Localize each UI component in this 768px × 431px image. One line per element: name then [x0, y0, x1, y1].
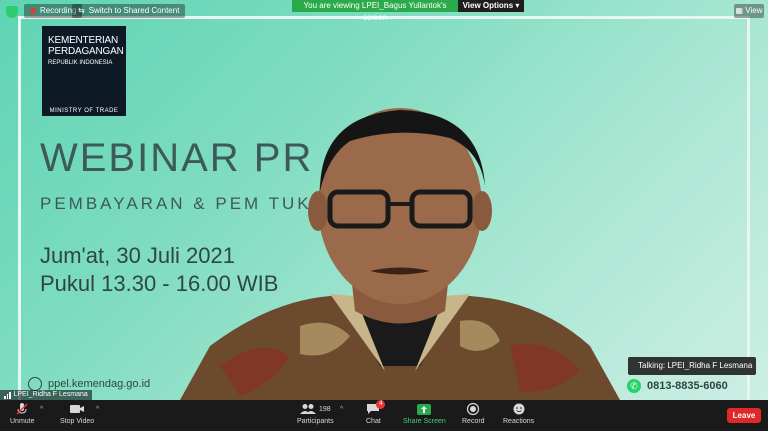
view-grid-icon: ▦	[735, 6, 744, 15]
chat-badge: 4	[376, 400, 386, 409]
globe-icon	[28, 377, 42, 391]
chat-button[interactable]: 4 Chat	[366, 400, 386, 425]
security-shield-icon[interactable]	[6, 6, 18, 18]
recording-label: Recording	[40, 6, 77, 15]
logo-line-1: KEMENTERIAN	[48, 35, 119, 46]
view-options-label: View Options	[462, 1, 514, 10]
whatsapp-number: 0813-8835-6060	[647, 380, 728, 392]
logo-line-2: PERDAGANGAN	[48, 46, 124, 57]
audio-options-chevron-icon[interactable]: ^	[40, 406, 43, 413]
recording-dot-icon	[30, 8, 36, 14]
view-label: View	[745, 6, 763, 15]
reactions-label: Reactions	[503, 418, 535, 425]
shared-screen-view: KEMENTERIAN PERDAGANGAN REPUBLIK INDONES…	[0, 0, 768, 400]
chat-label: Chat	[366, 418, 381, 425]
participants-chevron-icon[interactable]: ^	[340, 406, 343, 413]
website-info: ppel.kemendag.go.id	[28, 377, 150, 391]
meeting-toolbar: Unmute ^ Stop Video ^ 198 Participants ^…	[0, 400, 768, 431]
logo-footer: MINISTRY OF TRADE	[42, 106, 126, 116]
view-button[interactable]: ▦ View	[734, 4, 764, 18]
video-camera-icon	[69, 402, 85, 416]
video-options-chevron-icon[interactable]: ^	[96, 406, 99, 413]
whatsapp-icon: ✆	[627, 379, 641, 393]
record-icon	[466, 402, 480, 416]
participant-name-tag: LPEI_Ridha F Lesmana	[0, 390, 92, 400]
signal-bars-icon	[4, 391, 11, 399]
website-text: ppel.kemendag.go.id	[48, 378, 151, 390]
ministry-logo: KEMENTERIAN PERDAGANGAN REPUBLIK INDONES…	[42, 26, 126, 114]
stop-video-label: Stop Video	[60, 418, 95, 425]
logo-line-3: REPUBLIK INDONESIA	[48, 60, 113, 66]
leave-button[interactable]: Leave	[727, 408, 761, 423]
unmute-button[interactable]: Unmute	[10, 402, 35, 425]
chat-bubble-icon: 4	[366, 400, 386, 416]
view-options-button[interactable]: View Options ▾	[458, 0, 524, 12]
switch-label: Switch to Shared Content	[88, 6, 180, 15]
unmute-label: Unmute	[10, 418, 35, 425]
share-screen-label: Share Screen	[403, 418, 446, 425]
whatsapp-info: ✆ 0813-8835-6060	[627, 379, 728, 393]
share-screen-icon	[416, 402, 432, 416]
muted-microphone-icon	[15, 402, 29, 416]
record-button[interactable]: Record	[462, 402, 485, 425]
participants-button[interactable]: 198 Participants	[297, 402, 334, 425]
smiley-icon	[512, 402, 526, 416]
switch-to-shared-content-button[interactable]: ⇆ Switch to Shared Content	[72, 4, 186, 18]
switch-icon: ⇆	[78, 6, 85, 15]
share-screen-button[interactable]: Share Screen	[403, 402, 446, 425]
participant-name: LPEI_Ridha F Lesmana	[13, 391, 88, 398]
talking-indicator: Talking: LPEI_Ridha F Lesmana	[628, 357, 756, 375]
viewing-banner: You are viewing LPEI_Bagus Yullantok's s…	[292, 0, 458, 22]
record-label: Record	[462, 418, 485, 425]
reactions-button[interactable]: Reactions	[503, 402, 534, 425]
stop-video-button[interactable]: Stop Video	[60, 402, 94, 425]
participants-icon: 198	[299, 402, 331, 416]
participants-label: Participants	[297, 418, 334, 425]
participants-count: 198	[318, 405, 331, 413]
speaker-video	[180, 108, 620, 400]
